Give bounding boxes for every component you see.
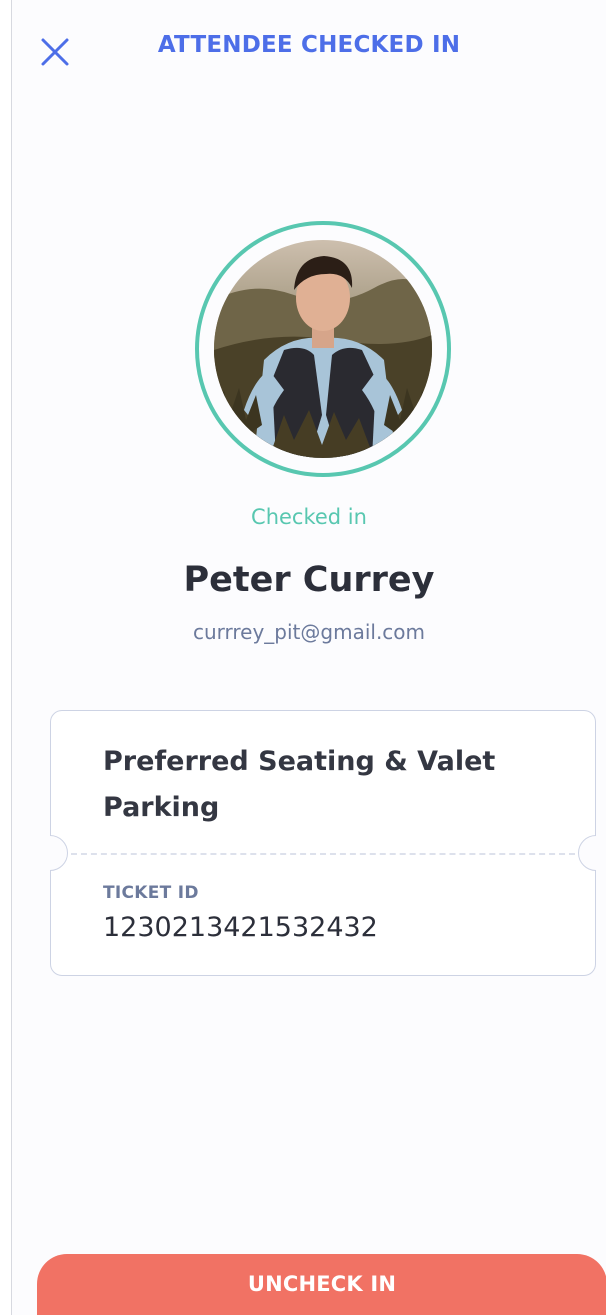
ticket-card: Preferred Seating & Valet Parking TICKET…: [50, 710, 596, 976]
avatar-ring: [195, 221, 451, 477]
ticket-id-label: TICKET ID: [103, 883, 199, 903]
avatar: [214, 240, 432, 458]
ticket-divider: [71, 853, 575, 855]
checkin-status: Checked in: [251, 505, 367, 529]
checkin-screen: ATTENDEE CHECKED IN Checked in Peter Cur…: [11, 0, 606, 1315]
attendee-email: currrey_pit@gmail.com: [192, 620, 426, 644]
ticket-notch-right: [578, 835, 596, 871]
uncheck-in-button[interactable]: UNCHECK IN: [37, 1254, 606, 1315]
ticket-id-value: 1230213421532432: [103, 912, 378, 943]
ticket-notch-left: [50, 835, 68, 871]
ticket-type: Preferred Seating & Valet Parking: [103, 746, 496, 823]
attendee-name: Peter Currey: [183, 560, 435, 600]
page-title: ATTENDEE CHECKED IN: [157, 32, 461, 58]
